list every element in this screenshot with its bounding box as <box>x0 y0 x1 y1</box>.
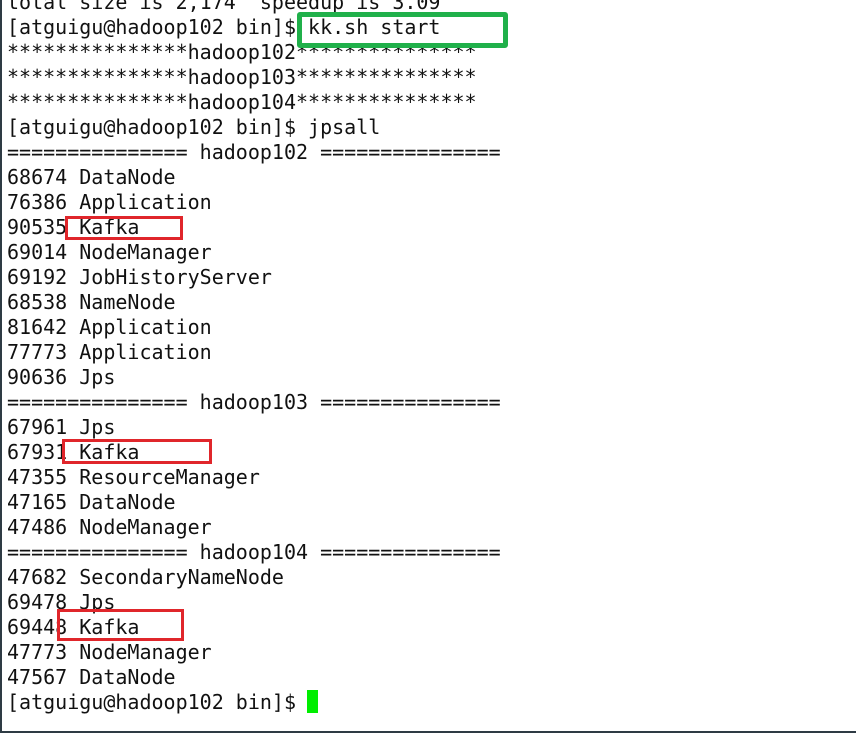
terminal-line: 90636 Jps <box>7 365 116 389</box>
terminal-line: 69192 JobHistoryServer <box>7 265 272 289</box>
terminal-line: 68674 DataNode <box>7 165 176 189</box>
terminal-line: [atguigu@hadoop102 bin]$ jpsall <box>7 115 381 139</box>
terminal-line: 47567 DataNode <box>7 665 176 689</box>
terminal-line: ***************hadoop103*************** <box>7 65 477 89</box>
terminal-line: ***************hadoop104*************** <box>7 90 477 114</box>
terminal-line: 47773 NodeManager <box>7 640 212 664</box>
terminal-line: =============== hadoop104 ==============… <box>7 540 501 564</box>
kafka-highlight-box-hadoop104 <box>57 609 184 641</box>
terminal-line: 69014 NodeManager <box>7 240 212 264</box>
command-highlight-box <box>297 12 508 48</box>
kafka-highlight-box-hadoop102 <box>65 216 183 240</box>
terminal-output[interactable]: total size is 2,174 speedup is 3.09 [atgu… <box>7 0 501 715</box>
terminal-line: 76386 Application <box>7 190 212 214</box>
terminal-line: =============== hadoop103 ==============… <box>7 390 501 414</box>
terminal-line: 47355 ResourceManager <box>7 465 260 489</box>
terminal-line: [atguigu@hadoop102 bin]$ <box>7 690 309 714</box>
terminal-line: 47682 SecondaryNameNode <box>7 565 284 589</box>
terminal-line: 67961 Jps <box>7 415 116 439</box>
terminal-line: 81642 Application <box>7 315 212 339</box>
terminal-line: 47486 NodeManager <box>7 515 212 539</box>
terminal-line: 68538 NameNode <box>7 290 176 314</box>
kafka-highlight-box-hadoop103 <box>62 439 212 464</box>
terminal-line: 77773 Application <box>7 340 212 364</box>
terminal-line: =============== hadoop102 ==============… <box>7 140 501 164</box>
terminal-line: 47165 DataNode <box>7 490 176 514</box>
terminal-cursor <box>307 690 318 713</box>
